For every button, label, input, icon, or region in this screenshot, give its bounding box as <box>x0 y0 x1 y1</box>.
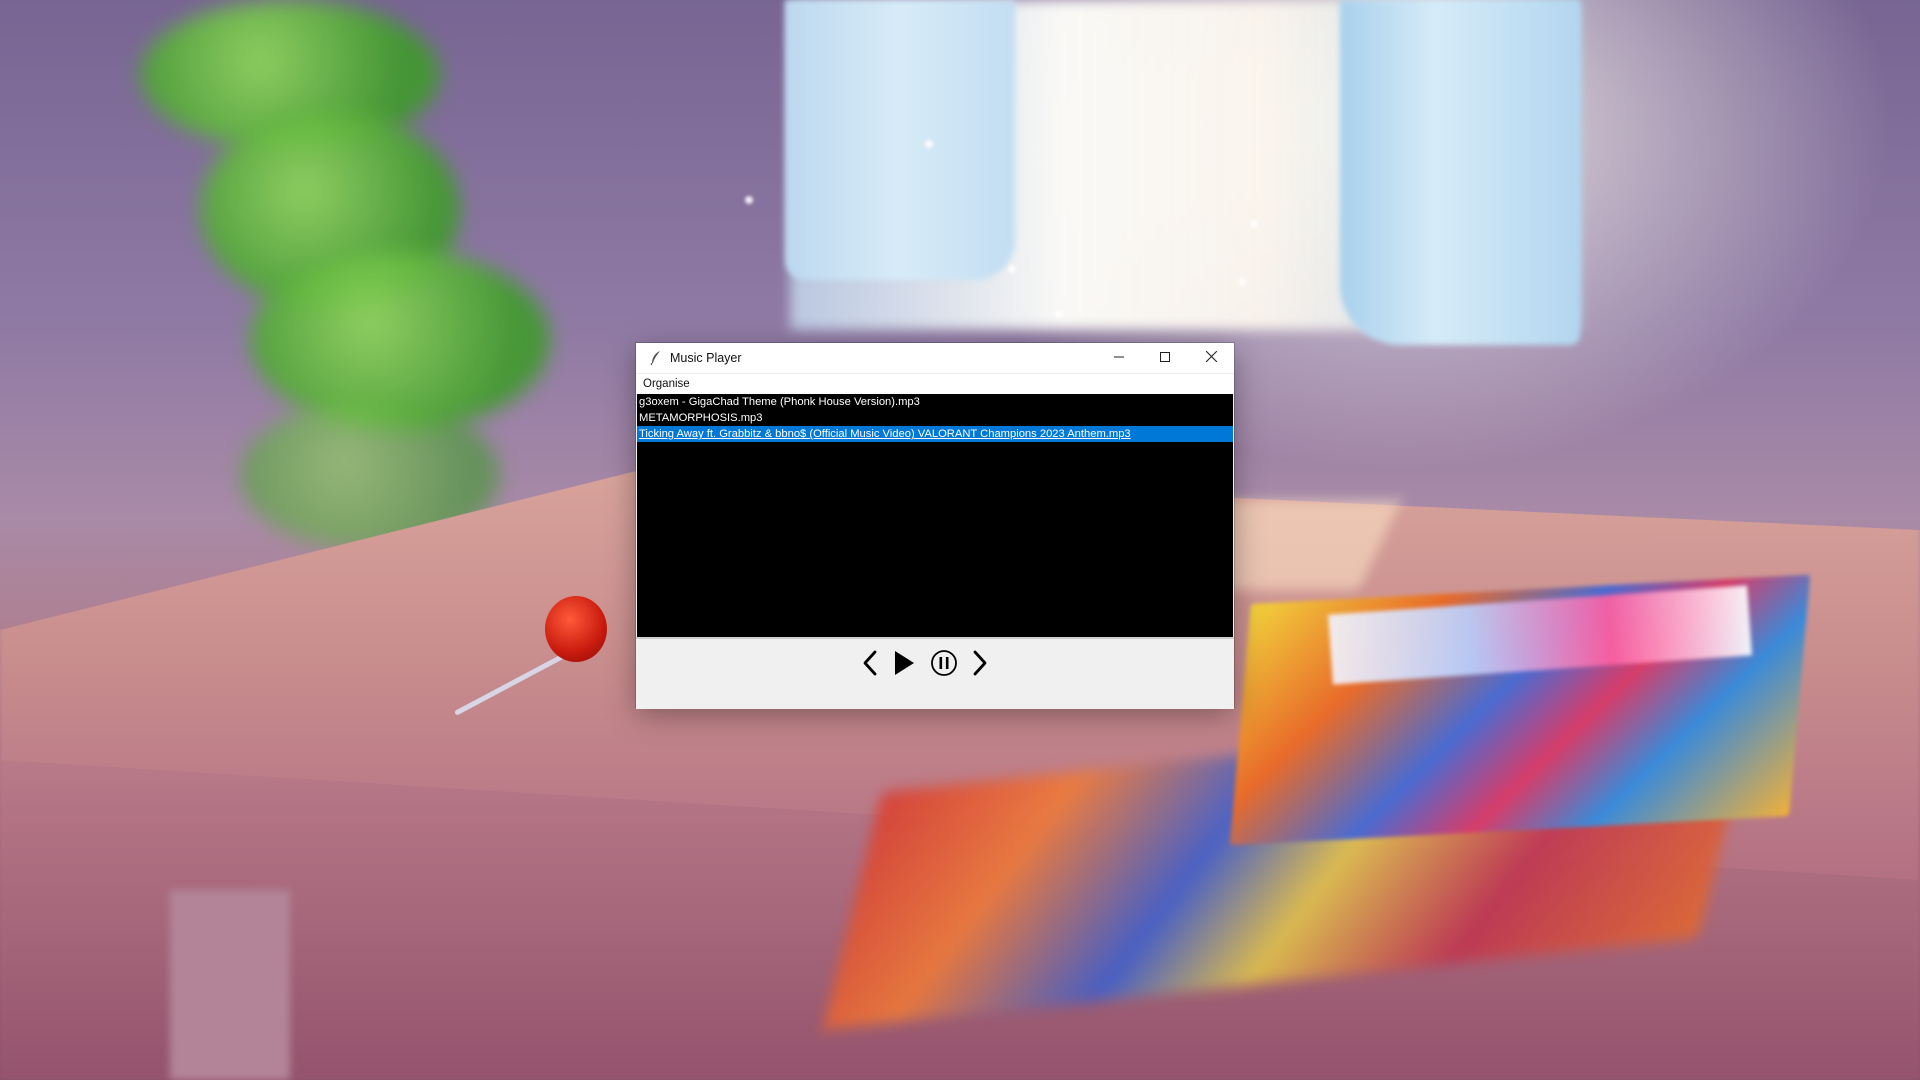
maximize-icon <box>1160 349 1170 367</box>
minimize-icon <box>1114 349 1124 367</box>
chevron-left-icon <box>861 650 879 681</box>
window-title: Music Player <box>670 351 742 365</box>
close-icon <box>1205 349 1217 367</box>
minimize-button[interactable] <box>1096 343 1142 373</box>
previous-button[interactable] <box>854 650 886 680</box>
next-button[interactable] <box>964 650 996 680</box>
player-controls <box>636 637 1234 709</box>
play-button[interactable] <box>888 650 920 680</box>
maximize-button[interactable] <box>1142 343 1188 373</box>
chevron-right-icon <box>971 650 989 681</box>
pause-button[interactable] <box>928 649 960 682</box>
playlist-box[interactable]: g3oxem - GigaChad Theme (Phonk House Ver… <box>637 394 1233 637</box>
title-bar[interactable]: Music Player <box>636 343 1234 373</box>
menu-organise[interactable]: Organise <box>636 374 697 394</box>
list-item[interactable]: METAMORPHOSIS.mp3 <box>637 410 1233 426</box>
pause-circle-icon <box>930 649 958 682</box>
close-button[interactable] <box>1188 343 1234 373</box>
menu-bar: Organise <box>636 373 1234 394</box>
list-item-selected[interactable]: Ticking Away ft. Grabbitz & bbno$ (Offic… <box>637 426 1233 442</box>
play-icon <box>893 650 915 681</box>
feather-icon <box>644 343 668 373</box>
list-item[interactable]: g3oxem - GigaChad Theme (Phonk House Ver… <box>637 394 1233 410</box>
music-player-window: Music Player Organise g3oxem - GigaChad … <box>636 343 1234 709</box>
